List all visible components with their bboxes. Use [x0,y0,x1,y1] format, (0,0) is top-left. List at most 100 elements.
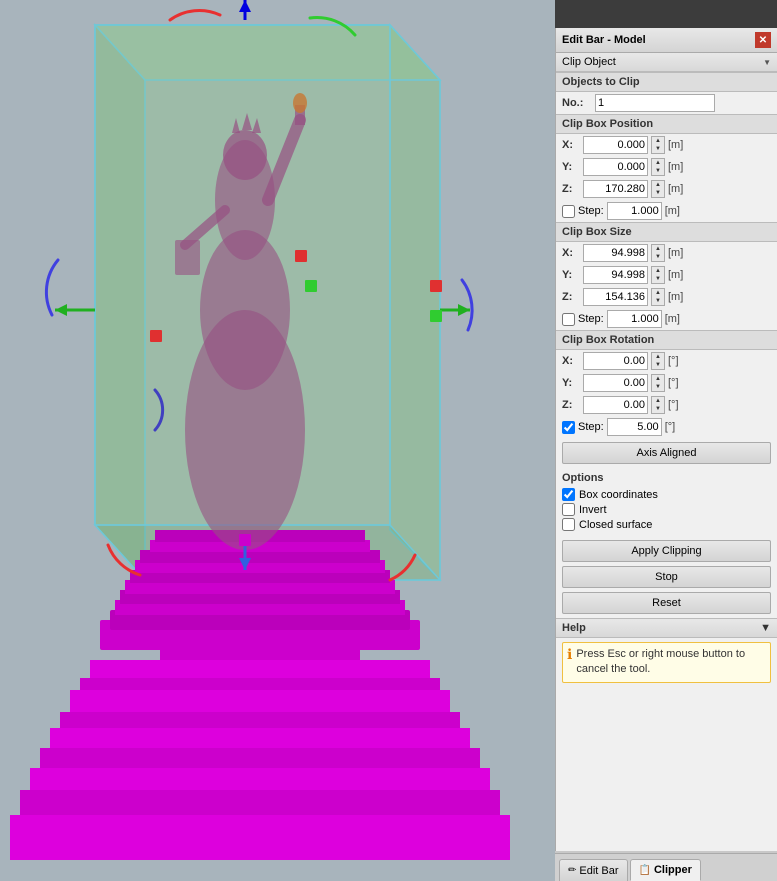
size-y-down[interactable]: ▼ [652,275,664,283]
help-title: Help [562,622,586,634]
rotation-x-down[interactable]: ▼ [652,361,664,369]
rotation-z-input[interactable] [583,396,648,414]
position-step-input[interactable] [607,202,662,220]
box-coordinates-label: Box coordinates [579,489,658,501]
size-y-up[interactable]: ▲ [652,267,664,275]
size-z-label: Z: [562,291,580,303]
size-x-unit: [m] [668,247,688,259]
size-z-up[interactable]: ▲ [652,289,664,297]
rotation-step-input[interactable] [607,418,662,436]
stop-button[interactable]: Stop [562,566,771,588]
rotation-x-up[interactable]: ▲ [652,353,664,361]
position-z-unit: [m] [668,183,688,195]
position-z-up[interactable]: ▲ [652,181,664,189]
position-step-row: Step: [m] [556,200,777,222]
help-content: ℹ Press Esc or right mouse button to can… [562,642,771,683]
reset-button[interactable]: Reset [562,592,771,614]
size-z-row: Z: ▲ ▼ [m] [556,286,777,308]
rotation-x-spinner[interactable]: ▲ ▼ [651,352,665,370]
size-step-label: Step: [578,313,604,325]
position-x-up[interactable]: ▲ [652,137,664,145]
clip-object-dropdown[interactable]: Clip Object ▼ [556,53,777,72]
no-label: No.: [562,97,592,109]
panel-title: Edit Bar - Model [562,34,646,46]
position-step-checkbox[interactable] [562,205,575,218]
size-x-input[interactable] [583,244,648,262]
rotation-y-down[interactable]: ▼ [652,383,664,391]
rotation-z-spinner[interactable]: ▲ ▼ [651,396,665,414]
rotation-y-input[interactable] [583,374,648,392]
rotation-x-row: X: ▲ ▼ [°] [556,350,777,372]
size-z-input[interactable] [583,288,648,306]
position-x-down[interactable]: ▼ [652,145,664,153]
edit-bar-tab-label: Edit Bar [579,865,618,877]
options-section: Options Box coordinates Invert Closed su… [556,468,777,536]
3d-viewport[interactable] [0,0,555,881]
panel-body: Clip Object ▼ Objects to Clip No.: Clip … [556,53,777,851]
position-z-row: Z: ▲ ▼ [m] [556,178,777,200]
position-z-down[interactable]: ▼ [652,189,664,197]
rotation-z-down[interactable]: ▼ [652,405,664,413]
closed-surface-row: Closed surface [562,517,771,532]
rotation-z-row: Z: ▲ ▼ [°] [556,394,777,416]
size-step-unit: [m] [665,313,685,325]
help-arrow-icon: ▼ [760,622,771,634]
rotation-z-up[interactable]: ▲ [652,397,664,405]
invert-checkbox[interactable] [562,503,575,516]
rotation-step-unit: [°] [665,421,685,433]
panel-header: Edit Bar - Model ✕ [556,28,777,53]
clip-box-rotation-header: Clip Box Rotation [556,330,777,350]
objects-to-clip-header: Objects to Clip [556,72,777,92]
size-z-spinner[interactable]: ▲ ▼ [651,288,665,306]
rotation-y-up[interactable]: ▲ [652,375,664,383]
rotation-step-checkbox[interactable] [562,421,575,434]
rotation-x-unit: [°] [668,355,688,367]
box-coordinates-row: Box coordinates [562,487,771,502]
help-section: Help ▼ ℹ Press Esc or right mouse button… [556,618,777,683]
size-step-input[interactable] [607,310,662,328]
clipper-tab-label: Clipper [654,864,692,876]
size-y-input[interactable] [583,266,648,284]
size-y-unit: [m] [668,269,688,281]
apply-clipping-button[interactable]: Apply Clipping [562,540,771,562]
edit-bar-tab[interactable]: ✏ Edit Bar [559,859,628,881]
clip-box-position-header: Clip Box Position [556,114,777,134]
rotation-y-spinner[interactable]: ▲ ▼ [651,374,665,392]
position-y-input[interactable] [583,158,648,176]
position-z-spinner[interactable]: ▲ ▼ [651,180,665,198]
box-coordinates-checkbox[interactable] [562,488,575,501]
clipper-tab[interactable]: 📋 Clipper [630,859,701,881]
position-step-unit: [m] [665,205,685,217]
size-x-row: X: ▲ ▼ [m] [556,242,777,264]
size-x-down[interactable]: ▼ [652,253,664,261]
bottom-tabs: ✏ Edit Bar 📋 Clipper [555,853,777,881]
size-z-down[interactable]: ▼ [652,297,664,305]
rotation-x-input[interactable] [583,352,648,370]
axis-aligned-button[interactable]: Axis Aligned [562,442,771,464]
position-x-unit: [m] [668,139,688,151]
position-y-spinner[interactable]: ▲ ▼ [651,158,665,176]
size-y-spinner[interactable]: ▲ ▼ [651,266,665,284]
position-x-input[interactable] [583,136,648,154]
rotation-y-unit: [°] [668,377,688,389]
closed-surface-label: Closed surface [579,519,652,531]
position-y-label: Y: [562,161,580,173]
no-input[interactable] [595,94,715,112]
size-x-up[interactable]: ▲ [652,245,664,253]
clip-box-size-header: Clip Box Size [556,222,777,242]
position-y-down[interactable]: ▼ [652,167,664,175]
size-z-unit: [m] [668,291,688,303]
help-info-icon: ℹ [567,647,572,661]
position-y-up[interactable]: ▲ [652,159,664,167]
size-step-row: Step: [m] [556,308,777,330]
closed-surface-checkbox[interactable] [562,518,575,531]
edit-bar-panel: Edit Bar - Model ✕ Clip Object ▼ Objects… [555,28,777,851]
panel-close-button[interactable]: ✕ [755,32,771,48]
position-x-spinner[interactable]: ▲ ▼ [651,136,665,154]
position-x-row: X: ▲ ▼ [m] [556,134,777,156]
help-header: Help ▼ [556,619,777,638]
size-x-spinner[interactable]: ▲ ▼ [651,244,665,262]
position-z-label: Z: [562,183,580,195]
size-step-checkbox[interactable] [562,313,575,326]
position-z-input[interactable] [583,180,648,198]
